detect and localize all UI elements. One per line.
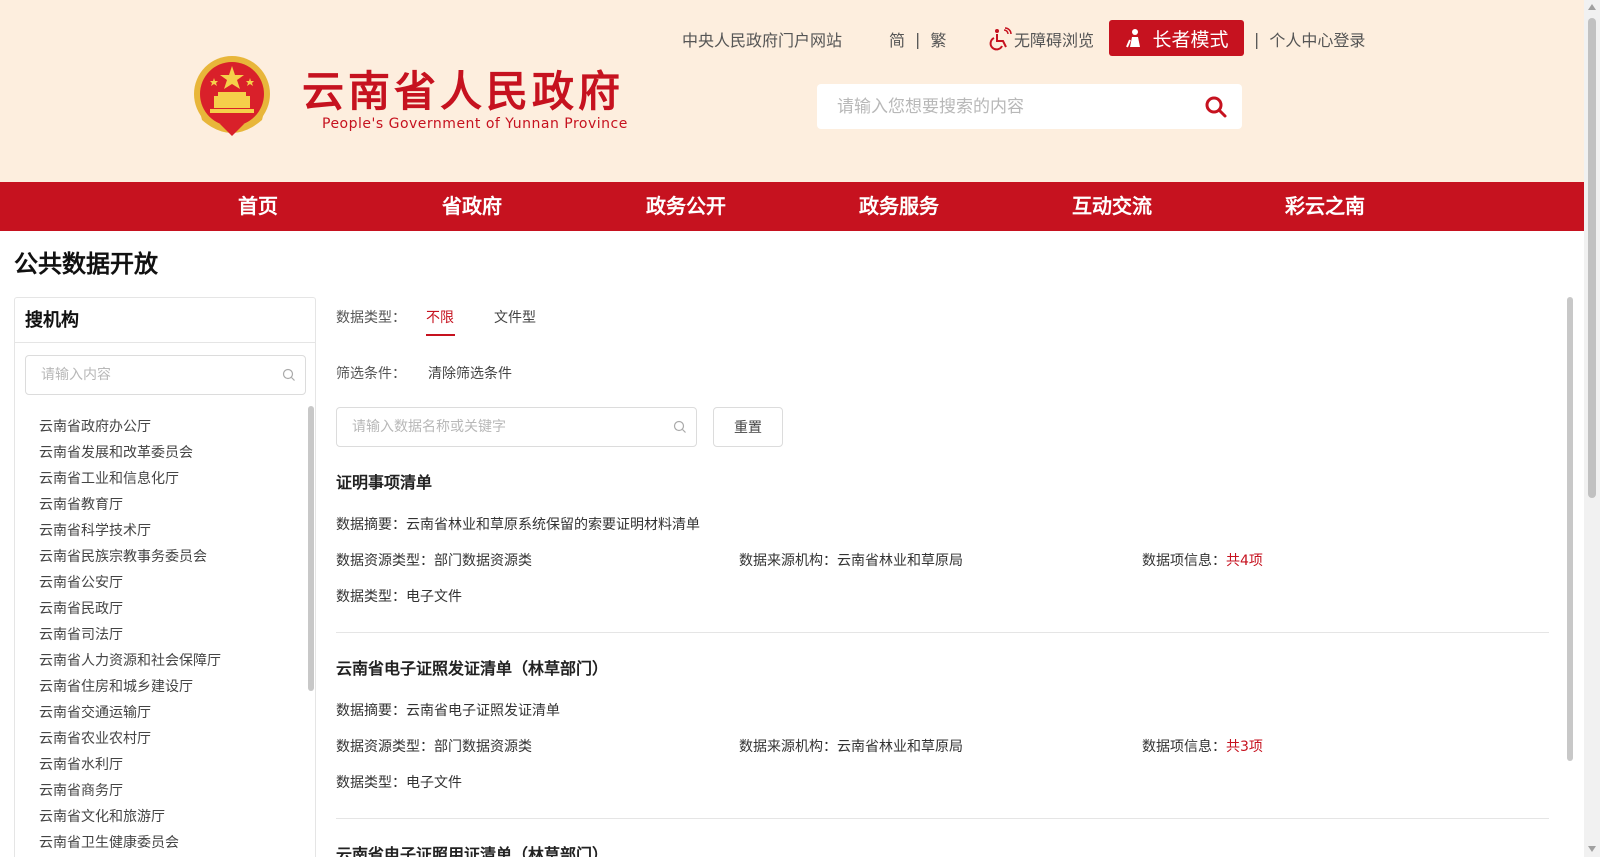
elder-icon: [1126, 29, 1141, 48]
filter-conditions-label: 筛选条件：: [336, 366, 406, 382]
record-items-label: 数据项信息：: [1142, 739, 1226, 755]
site-search-input[interactable]: [817, 96, 1187, 117]
org-list: 云南省政府办公厅 云南省发展和改革委员会 云南省工业和信息化厅 云南省教育厅 云…: [39, 414, 221, 856]
site-subtitle: People's Government of Yunnan Province: [322, 116, 628, 132]
list-item[interactable]: 云南省农业农村厅: [39, 726, 221, 752]
nav-item-government-services[interactable]: 政务服务: [859, 182, 939, 231]
nav-item-provincial-government[interactable]: 省政府: [442, 182, 502, 231]
accessibility-link[interactable]: 无障碍浏览: [988, 27, 1094, 51]
record-title[interactable]: 证明事项清单: [336, 469, 432, 493]
traditional-chinese-link[interactable]: 繁: [930, 27, 946, 51]
list-item[interactable]: 云南省水利厅: [39, 752, 221, 778]
reset-button[interactable]: 重置: [713, 407, 783, 447]
main-nav: 首页 省政府 政务公开 政务服务 互动交流 彩云之南: [0, 182, 1584, 231]
separator: |: [915, 29, 921, 49]
active-tab-indicator: [426, 334, 455, 336]
nav-item-interaction[interactable]: 互动交流: [1072, 182, 1152, 231]
record-title[interactable]: 云南省电子证照发证清单（林草部门）: [336, 655, 608, 679]
window-scrollbar-thumb[interactable]: [1588, 18, 1596, 498]
list-item[interactable]: 云南省教育厅: [39, 492, 221, 518]
elder-mode-button[interactable]: 长者模式: [1109, 20, 1244, 56]
simplified-chinese-link[interactable]: 简: [889, 27, 905, 51]
record-summary: 数据摘要：云南省林业和草原系统保留的索要证明材料清单: [336, 517, 700, 533]
record-title[interactable]: 云南省电子证照用证清单（林草部门）: [336, 841, 608, 857]
list-item[interactable]: 云南省司法厅: [39, 622, 221, 648]
record-data-type: 数据类型：电子文件: [336, 775, 462, 791]
elder-mode-label: 长者模式: [1152, 28, 1229, 51]
record-divider: [336, 818, 1549, 819]
data-search-box: [336, 407, 697, 447]
nav-item-home[interactable]: 首页: [238, 182, 278, 231]
record-resource-type: 数据资源类型：部门数据资源类: [336, 553, 532, 569]
record-resource-type: 数据资源类型：部门数据资源类: [336, 739, 532, 755]
record-data-type: 数据类型：电子文件: [336, 589, 462, 605]
accessibility-label: 无障碍浏览: [1014, 31, 1095, 50]
scroll-down-arrow-icon[interactable]: [1588, 846, 1596, 852]
data-search-input[interactable]: [337, 408, 657, 446]
list-item[interactable]: 云南省交通运输厅: [39, 700, 221, 726]
personal-center-login-link[interactable]: 个人中心登录: [1269, 27, 1365, 51]
record-summary: 数据摘要：云南省电子证照发证清单: [336, 703, 560, 719]
list-item[interactable]: 云南省人力资源和社会保障厅: [39, 648, 221, 674]
search-icon[interactable]: [673, 420, 687, 434]
national-emblem-icon: [194, 56, 270, 136]
record-items-info: 数据项信息：共4项: [1142, 550, 1263, 570]
record-source-org: 数据来源机构：云南省林业和草原局: [739, 739, 963, 755]
list-item[interactable]: 云南省文化和旅游厅: [39, 804, 221, 830]
top-links: 中央人民政府门户网站: [682, 24, 842, 54]
org-search-input[interactable]: [26, 356, 266, 394]
site-header: 云南省人民政府 People's Government of Yunnan Pr…: [0, 0, 1584, 182]
sidebar-scrollbar[interactable]: [308, 406, 314, 691]
nav-item-government-affairs-disclosure[interactable]: 政务公开: [646, 182, 726, 231]
page-title: 公共数据开放: [14, 250, 158, 278]
data-type-label: 数据类型：: [336, 310, 406, 326]
record-items-count-link[interactable]: 共4项: [1226, 553, 1263, 569]
list-item[interactable]: 云南省工业和信息化厅: [39, 466, 221, 492]
list-item[interactable]: 云南省科学技术厅: [39, 518, 221, 544]
list-item[interactable]: 云南省公安厅: [39, 570, 221, 596]
tab-file-type[interactable]: 文件型: [494, 307, 536, 327]
record-source-org: 数据来源机构：云南省林业和草原局: [739, 553, 963, 569]
accessibility-area: 无障碍浏览: [988, 24, 1094, 54]
search-icon[interactable]: [282, 368, 296, 382]
separator: |: [1254, 29, 1260, 49]
list-item[interactable]: 云南省民政厅: [39, 596, 221, 622]
content-scrollbar[interactable]: [1567, 297, 1573, 761]
language-switch: 简 | 繁: [889, 24, 946, 54]
site-title: 云南省人民政府: [302, 67, 625, 116]
org-search-box: [25, 355, 306, 395]
list-item[interactable]: 云南省民族宗教事务委员会: [39, 544, 221, 570]
nav-item-colorful-yunnan[interactable]: 彩云之南: [1285, 182, 1365, 231]
org-sidebar: 搜机构 云南省政府办公厅 云南省发展和改革委员会 云南省工业和信息化厅 云南省教…: [14, 297, 316, 857]
wheelchair-icon: [989, 27, 1012, 51]
record-items-label: 数据项信息：: [1142, 553, 1226, 569]
list-item[interactable]: 云南省政府办公厅: [39, 414, 221, 440]
list-item[interactable]: 云南省商务厅: [39, 778, 221, 804]
record-divider: [336, 632, 1549, 633]
central-portal-link[interactable]: 中央人民政府门户网站: [682, 27, 842, 51]
search-icon[interactable]: [1204, 95, 1228, 119]
list-item[interactable]: 云南省发展和改革委员会: [39, 440, 221, 466]
record-items-info: 数据项信息：共3项: [1142, 736, 1263, 756]
scroll-up-arrow-icon[interactable]: [1588, 4, 1596, 10]
record-items-count-link[interactable]: 共3项: [1226, 739, 1263, 755]
tab-unlimited[interactable]: 不限: [426, 307, 454, 327]
clear-filters-link[interactable]: 清除筛选条件: [428, 363, 512, 383]
list-item[interactable]: 云南省卫生健康委员会: [39, 830, 221, 856]
login-area: | 个人中心登录: [1254, 24, 1365, 54]
site-search-box: [817, 84, 1242, 129]
sidebar-title: 搜机构: [15, 298, 315, 343]
list-item[interactable]: 云南省住房和城乡建设厅: [39, 674, 221, 700]
